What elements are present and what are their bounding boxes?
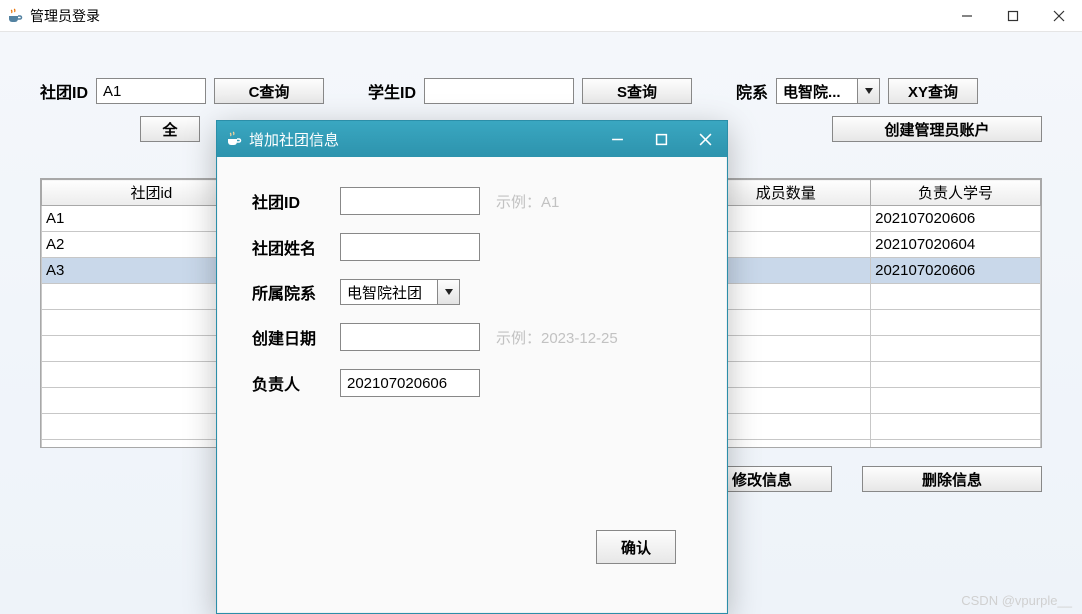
col-leader[interactable]: 负责人学号 [871, 180, 1041, 206]
minimize-button[interactable] [944, 0, 990, 32]
watermark: CSDN @vpurple__ [961, 593, 1072, 608]
add-club-dialog: 增加社团信息 社团ID 示例：A1 社团姓名 所属院系 电智院社团 [216, 120, 728, 614]
create-admin-button[interactable]: 创建管理员账户 [832, 116, 1042, 142]
dlg-dept-combo-text: 电智院社团 [341, 280, 437, 304]
filter-row: 社团ID C查询 学生ID S查询 院系 电智院... XY查询 [0, 78, 1082, 104]
dialog-titlebar[interactable]: 增加社团信息 [217, 121, 727, 157]
dialog-minimize-button[interactable] [595, 121, 639, 157]
dlg-create-date-label: 创建日期 [252, 325, 328, 349]
chevron-down-icon[interactable] [437, 280, 459, 304]
club-id-label: 社团ID [40, 79, 88, 103]
dlg-leader-input[interactable] [340, 369, 480, 397]
window-titlebar: 管理员登录 [0, 0, 1082, 32]
cell-leader: 202107020604 [871, 232, 1041, 258]
cell-leader: 202107020606 [871, 206, 1041, 232]
cell-leader: 202107020606 [871, 258, 1041, 284]
dlg-dept-label: 所属院系 [252, 280, 328, 304]
dialog-title: 增加社团信息 [249, 129, 339, 150]
dlg-create-date-input[interactable] [340, 323, 480, 351]
c-query-button[interactable]: C查询 [214, 78, 324, 104]
delete-button[interactable]: 删除信息 [862, 466, 1042, 492]
dlg-dept-combo[interactable]: 电智院社团 [340, 279, 460, 305]
java-icon [6, 7, 24, 25]
java-icon [225, 130, 243, 148]
dlg-confirm-button[interactable]: 确认 [596, 530, 676, 564]
dlg-club-name-label: 社团姓名 [252, 235, 328, 259]
dialog-close-button[interactable] [683, 121, 727, 157]
dept-combo[interactable]: 电智院... [776, 78, 880, 104]
dialog-body: 社团ID 示例：A1 社团姓名 所属院系 电智院社团 创建日期 示例：2023-… [218, 157, 726, 612]
xy-query-button[interactable]: XY查询 [888, 78, 978, 104]
maximize-button[interactable] [990, 0, 1036, 32]
chevron-down-icon[interactable] [857, 79, 879, 103]
student-id-input[interactable] [424, 78, 574, 104]
dlg-leader-label: 负责人 [252, 371, 328, 395]
s-query-button[interactable]: S查询 [582, 78, 692, 104]
dept-label: 院系 [736, 79, 768, 103]
close-button[interactable] [1036, 0, 1082, 32]
dlg-club-id-hint: 示例：A1 [496, 191, 559, 212]
dlg-club-name-input[interactable] [340, 233, 480, 261]
window-title: 管理员登录 [30, 6, 100, 26]
dept-combo-text: 电智院... [777, 79, 857, 103]
dialog-maximize-button[interactable] [639, 121, 683, 157]
student-id-label: 学生ID [368, 79, 416, 103]
dlg-club-id-label: 社团ID [252, 189, 328, 213]
dlg-club-id-input[interactable] [340, 187, 480, 215]
club-id-input[interactable] [96, 78, 206, 104]
dlg-create-date-hint: 示例：2023-12-25 [496, 327, 618, 348]
all-button[interactable]: 全 [140, 116, 200, 142]
